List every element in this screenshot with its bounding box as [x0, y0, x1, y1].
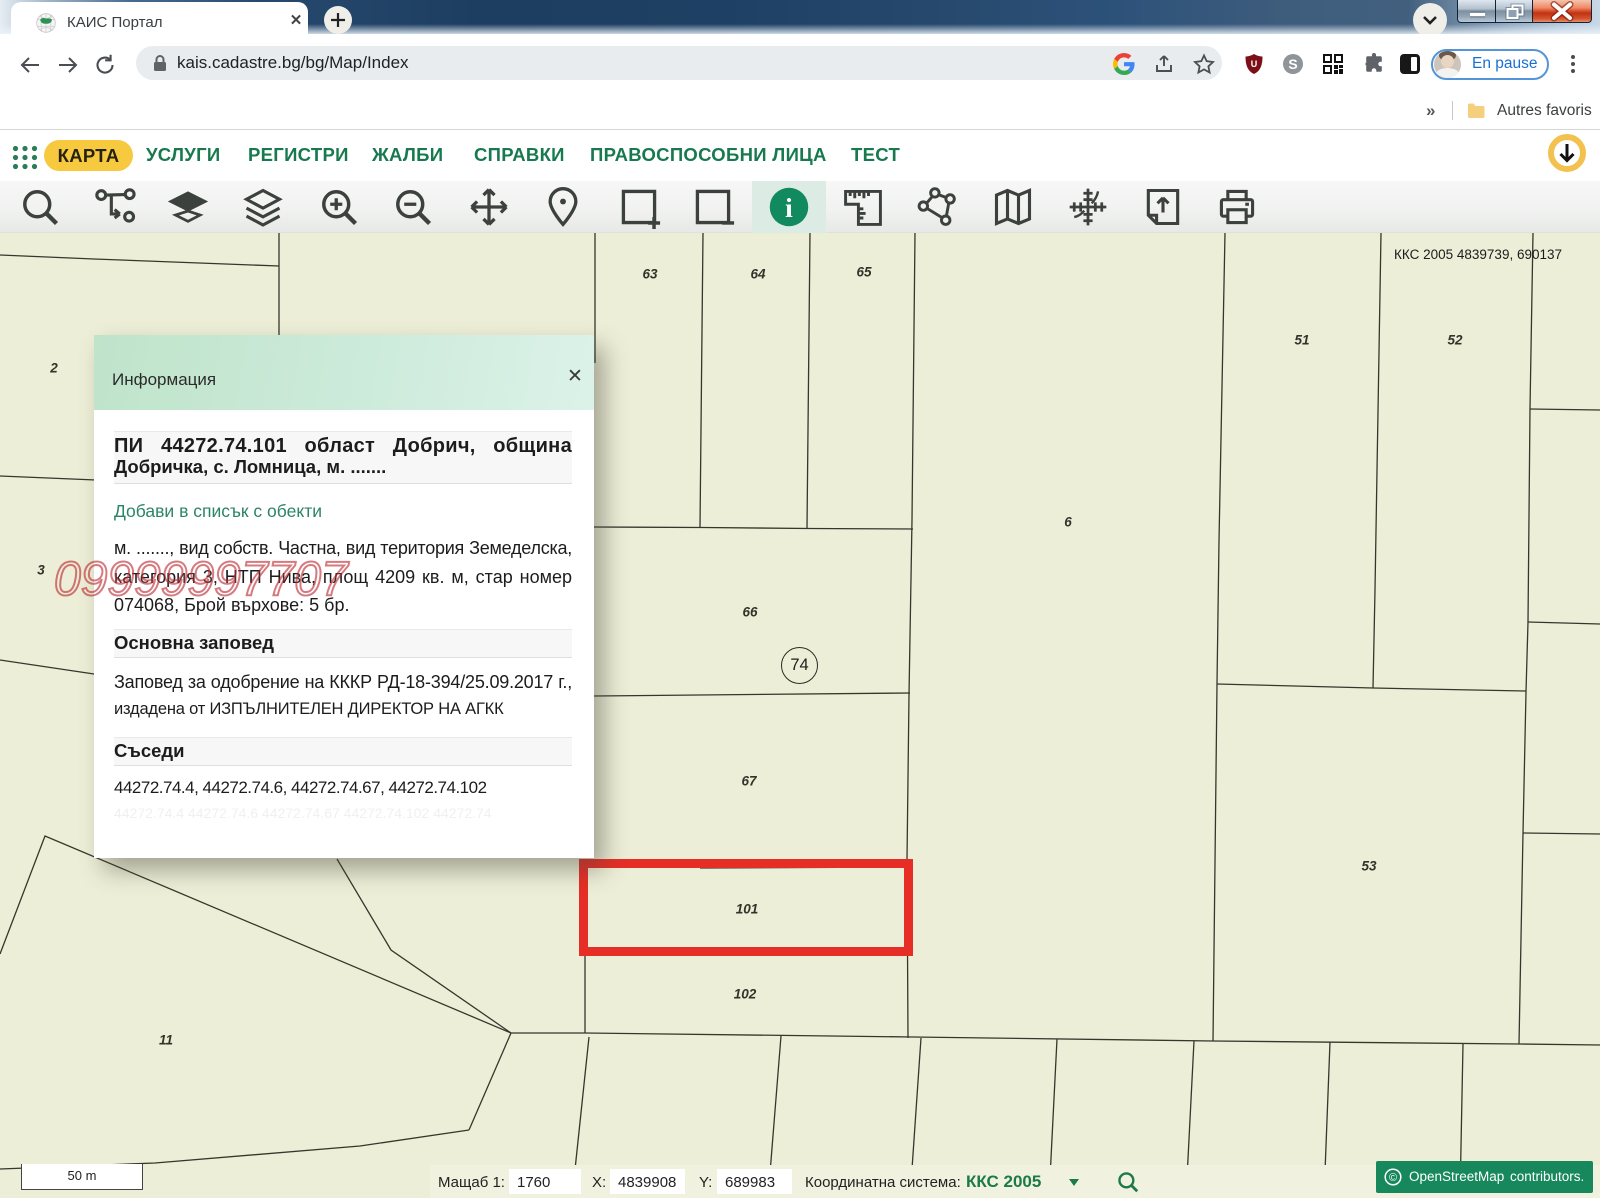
svg-text:U: U	[1251, 59, 1258, 69]
svg-text:©: ©	[1389, 1172, 1397, 1184]
svg-text:i: i	[785, 192, 793, 223]
svg-text:S: S	[1288, 56, 1297, 72]
